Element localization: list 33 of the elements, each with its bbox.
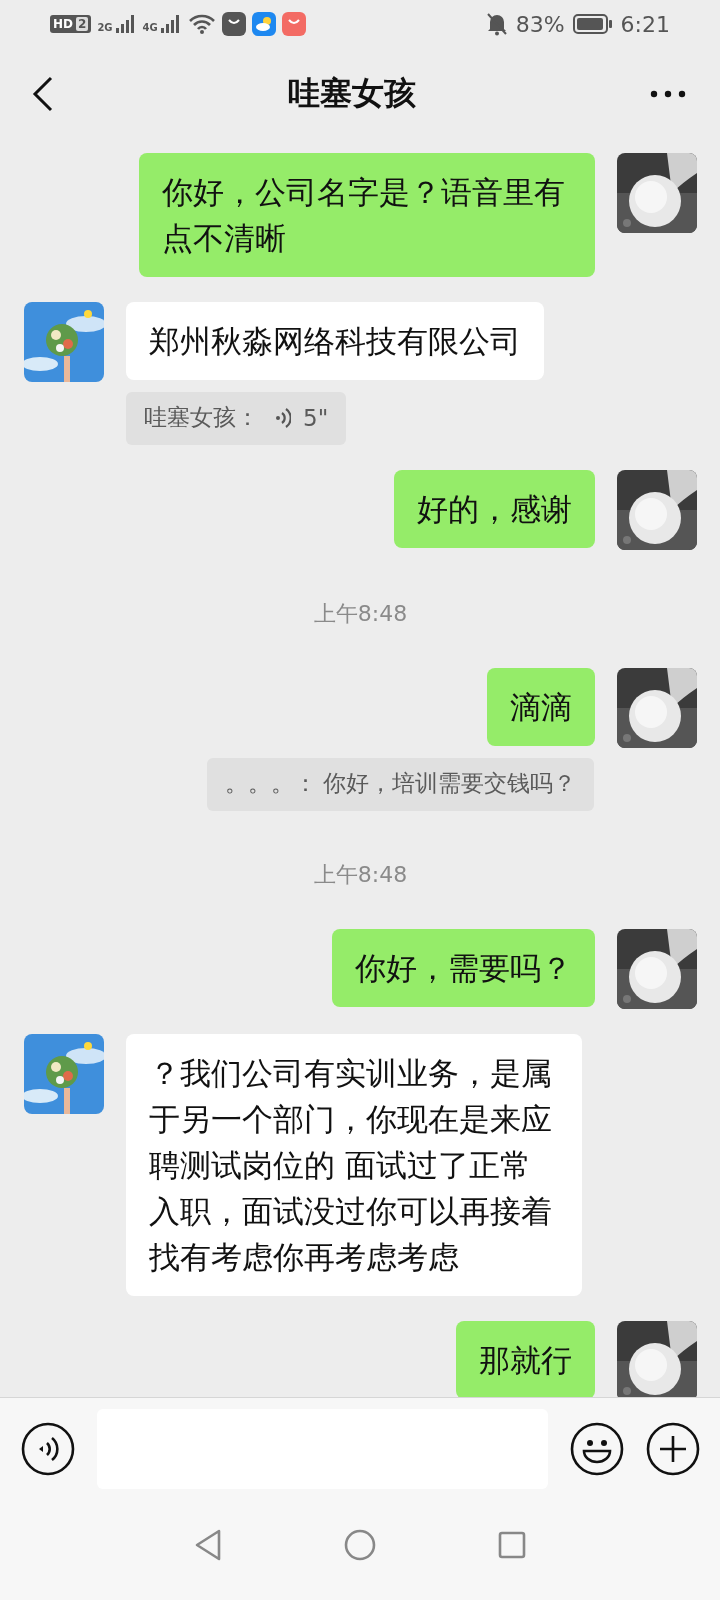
battery-percent: 83% [515, 11, 565, 37]
battery-icon [572, 14, 613, 34]
signal-icon [114, 14, 137, 34]
message-bubble: 你好，公司名字是？语音里有点不清晰 [139, 153, 595, 277]
mute-bell-icon [485, 12, 508, 36]
plus-icon[interactable] [646, 1422, 700, 1476]
clock: 6:21 [620, 11, 670, 37]
back-icon[interactable] [32, 76, 54, 112]
more-icon[interactable] [650, 90, 686, 98]
signal-icon [159, 14, 182, 34]
network-label: 2G [97, 22, 113, 33]
message-bubble: 郑州秋淼网络科技有限公司 [126, 302, 544, 380]
quoted-message[interactable]: 。。。： 你好，培训需要交钱吗？ [207, 758, 594, 811]
message-bubble: 滴滴 [487, 668, 595, 746]
wifi-icon [187, 13, 216, 35]
timestamp: 上午8:48 [313, 861, 408, 889]
bag-icon [221, 12, 246, 36]
timestamp: 上午8:48 [313, 600, 408, 628]
message-bubble: ？我们公司有实训业务，是属于另一个部门，你现在是来应聘测试岗位的 面试过了正常入职，面试没过你可以再接着找有考虑你再考虑考虑 [126, 1034, 582, 1296]
weather-icon [251, 12, 276, 36]
hd-badge: HD 2 [50, 15, 92, 33]
chat-title: 哇塞女孩 [288, 73, 416, 114]
network-label: 4G [142, 22, 158, 33]
message-bubble: 那就行 [456, 1321, 595, 1397]
voice-icon [275, 406, 291, 429]
voice-button-icon[interactable] [21, 1422, 75, 1476]
message-bubble: 好的，感谢 [394, 470, 595, 548]
message-bubble: 你好，需要吗？ [332, 929, 595, 1007]
home-icon[interactable] [344, 1529, 376, 1561]
recents-icon[interactable] [498, 1531, 526, 1559]
emoji-icon[interactable] [570, 1422, 624, 1476]
quoted-message[interactable]: 哇塞女孩： 5" [126, 392, 347, 445]
bag-icon [281, 12, 306, 36]
